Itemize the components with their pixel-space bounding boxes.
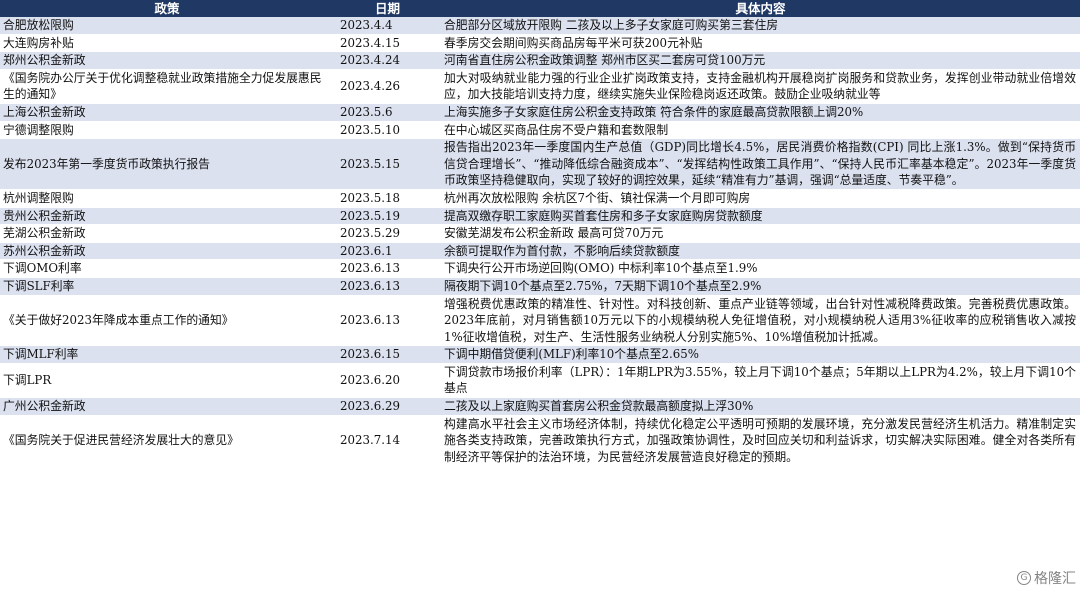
policy-cell: 贵州公积金新政 bbox=[0, 207, 334, 226]
table-row: 广州公积金新政 2023.6.29 二孩及以上家庭购买首套房公积金贷款最高额度拟上浮… bbox=[0, 397, 1080, 416]
table-row: 大连购房补贴 2023.4.15 春季房交会期间购买商品房每平米可获200元补贴 bbox=[0, 34, 1080, 53]
content-cell: 二孩及以上家庭购买首套房公积金贷款最高额度拟上浮30% bbox=[441, 397, 1080, 416]
table-row: 下调SLF利率 2023.6.13 隔夜期下调10个基点至2.75%，7天期下调10… bbox=[0, 277, 1080, 296]
policy-cell: 《国务院关于促进民营经济发展壮大的意见》 bbox=[0, 415, 334, 467]
policy-table: 政策 日期 具体内容 合肥放松限购 2023.4.4 合肥部分区域放开限购 二孩及以… bbox=[0, 0, 1080, 467]
date-cell: 2023.4.26 bbox=[334, 69, 441, 104]
table-row: 《国务院关于促进民营经济发展壮大的意见》 2023.7.14 构建高水平社会主义市场… bbox=[0, 415, 1080, 467]
table-row: 《国务院办公厅关于优化调整稳就业政策措施全力促发展惠民生的通知》 2023.4.2… bbox=[0, 69, 1080, 104]
date-cell: 2023.6.13 bbox=[334, 277, 441, 296]
table-body: 合肥放松限购 2023.4.4 合肥部分区域放开限购 二孩及以上多子女家庭可购买第三… bbox=[0, 17, 1080, 467]
table-row: 《关于做好2023年降成本重点工作的通知》 2023.6.13 增强税费优惠政策的精… bbox=[0, 295, 1080, 347]
table-row: 苏州公积金新政 2023.6.1 余额可提取作为首付款，不影响后续贷款额度 bbox=[0, 242, 1080, 261]
header-policy: 政策 bbox=[0, 0, 334, 17]
policy-cell: 下调MLF利率 bbox=[0, 345, 334, 364]
content-cell: 余额可提取作为首付款，不影响后续贷款额度 bbox=[441, 242, 1080, 261]
date-cell: 2023.6.13 bbox=[334, 295, 441, 347]
policy-cell: 苏州公积金新政 bbox=[0, 242, 334, 261]
content-cell: 加大对吸纳就业能力强的行业企业扩岗政策支持，支持金融机构开展稳岗扩岗服务和贷款业… bbox=[441, 69, 1080, 104]
table-row: 郑州公积金新政 2023.4.24 河南省直住房公积金政策调整 郑州市区买二套房可贷… bbox=[0, 51, 1080, 70]
policy-cell: 下调OMO利率 bbox=[0, 259, 334, 278]
watermark-logo-icon: G bbox=[1017, 571, 1031, 585]
date-cell: 2023.5.15 bbox=[334, 138, 441, 190]
date-cell: 2023.5.29 bbox=[334, 224, 441, 243]
content-cell: 报告指出2023年一季度国内生产总值（GDP)同比增长4.5%，居民消费价格指数… bbox=[441, 138, 1080, 190]
table-row: 杭州调整限购 2023.5.18 杭州再次放松限购 余杭区7个街、镇社保满一个月即可… bbox=[0, 189, 1080, 208]
content-cell: 隔夜期下调10个基点至2.75%，7天期下调10个基点至2.9% bbox=[441, 277, 1080, 296]
content-cell: 下调央行公开市场逆回购(OMO) 中标利率10个基点至1.9% bbox=[441, 259, 1080, 278]
table-row: 贵州公积金新政 2023.5.19 提高双缴存职工家庭购买首套住房和多子女家庭购房贷… bbox=[0, 207, 1080, 226]
table-header-row: 政策 日期 具体内容 bbox=[0, 0, 1080, 17]
policy-cell: 《关于做好2023年降成本重点工作的通知》 bbox=[0, 295, 334, 347]
policy-cell: 广州公积金新政 bbox=[0, 397, 334, 416]
policy-cell: 杭州调整限购 bbox=[0, 189, 334, 208]
policy-cell: 下调LPR bbox=[0, 363, 334, 399]
policy-cell: 郑州公积金新政 bbox=[0, 51, 334, 70]
date-cell: 2023.6.15 bbox=[334, 345, 441, 364]
policy-cell: 宁德调整限购 bbox=[0, 121, 334, 140]
watermark-text: 格隆汇 bbox=[1034, 571, 1076, 587]
table-row: 下调MLF利率 2023.6.15 下调中期借贷便利(MLF)利率10个基点至2.6… bbox=[0, 345, 1080, 364]
content-cell: 春季房交会期间购买商品房每平米可获200元补贴 bbox=[441, 34, 1080, 53]
policy-cell: 大连购房补贴 bbox=[0, 34, 334, 53]
date-cell: 2023.4.4 bbox=[334, 17, 441, 35]
policy-cell: 《国务院办公厅关于优化调整稳就业政策措施全力促发展惠民生的通知》 bbox=[0, 69, 334, 104]
header-content: 具体内容 bbox=[441, 0, 1080, 17]
content-cell: 下调贷款市场报价利率（LPR）：1年期LPR为3.55%，较上月下调10个基点；… bbox=[441, 363, 1080, 399]
content-cell: 在中心城区买商品住房不受户籍和套数限制 bbox=[441, 121, 1080, 140]
table-row: 下调OMO利率 2023.6.13 下调央行公开市场逆回购(OMO) 中标利率10个… bbox=[0, 259, 1080, 278]
content-cell: 提高双缴存职工家庭购买首套住房和多子女家庭购房贷款额度 bbox=[441, 207, 1080, 226]
content-cell: 构建高水平社会主义市场经济体制，持续优化稳定公平透明可预期的发展环境，充分激发民… bbox=[441, 415, 1080, 467]
date-cell: 2023.5.18 bbox=[334, 189, 441, 208]
date-cell: 2023.6.29 bbox=[334, 397, 441, 416]
policy-cell: 下调SLF利率 bbox=[0, 277, 334, 296]
table-row: 下调LPR 2023.6.20 下调贷款市场报价利率（LPR）：1年期LPR为3.5… bbox=[0, 363, 1080, 399]
table-row: 宁德调整限购 2023.5.10 在中心城区买商品住房不受户籍和套数限制 bbox=[0, 121, 1080, 140]
content-cell: 上海实施多子女家庭住房公积金支持政策 符合条件的家庭最高贷款限额上调20% bbox=[441, 103, 1080, 122]
table-row: 合肥放松限购 2023.4.4 合肥部分区域放开限购 二孩及以上多子女家庭可购买第三… bbox=[0, 17, 1080, 35]
policy-cell: 合肥放松限购 bbox=[0, 17, 334, 35]
table-row: 发布2023年第一季度货币政策执行报告 2023.5.15 报告指出2023年一季度… bbox=[0, 138, 1080, 190]
date-cell: 2023.6.20 bbox=[334, 363, 441, 399]
content-cell: 河南省直住房公积金政策调整 郑州市区买二套房可贷100万元 bbox=[441, 51, 1080, 70]
content-cell: 下调中期借贷便利(MLF)利率10个基点至2.65% bbox=[441, 345, 1080, 364]
table-row: 上海公积金新政 2023.5.6 上海实施多子女家庭住房公积金支持政策 符合条件的家… bbox=[0, 103, 1080, 122]
date-cell: 2023.4.15 bbox=[334, 34, 441, 53]
date-cell: 2023.5.19 bbox=[334, 207, 441, 226]
date-cell: 2023.5.6 bbox=[334, 103, 441, 122]
date-cell: 2023.7.14 bbox=[334, 415, 441, 467]
table-row: 芜湖公积金新政 2023.5.29 安徽芜湖发布公积金新政 最高可贷70万元 bbox=[0, 224, 1080, 243]
content-cell: 杭州再次放松限购 余杭区7个街、镇社保满一个月即可购房 bbox=[441, 189, 1080, 208]
policy-cell: 发布2023年第一季度货币政策执行报告 bbox=[0, 138, 334, 190]
date-cell: 2023.5.10 bbox=[334, 121, 441, 140]
date-cell: 2023.6.1 bbox=[334, 242, 441, 261]
date-cell: 2023.6.13 bbox=[334, 259, 441, 278]
content-cell: 安徽芜湖发布公积金新政 最高可贷70万元 bbox=[441, 224, 1080, 243]
header-date: 日期 bbox=[334, 0, 441, 17]
content-cell: 合肥部分区域放开限购 二孩及以上多子女家庭可购买第三套住房 bbox=[441, 17, 1080, 35]
policy-cell: 上海公积金新政 bbox=[0, 103, 334, 122]
watermark: G 格隆汇 bbox=[1017, 568, 1076, 588]
policy-cell: 芜湖公积金新政 bbox=[0, 224, 334, 243]
date-cell: 2023.4.24 bbox=[334, 51, 441, 70]
content-cell: 增强税费优惠政策的精准性、针对性。对科技创新、重点产业链等领域，出台针对性减税降… bbox=[441, 295, 1080, 347]
